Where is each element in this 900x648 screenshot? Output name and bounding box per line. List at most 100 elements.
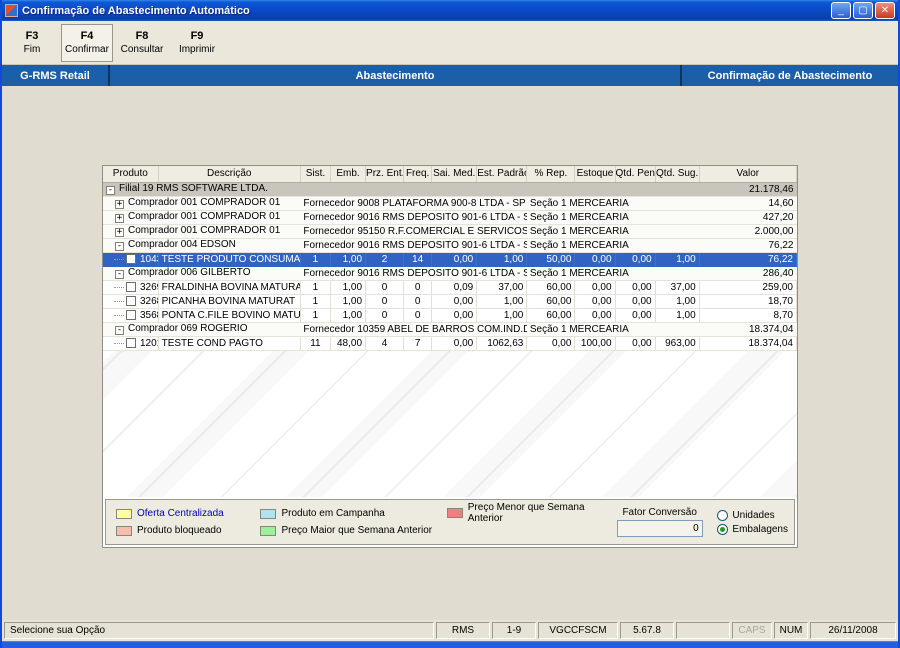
expand-collapse-toggle[interactable]: + xyxy=(115,200,124,209)
produto-descricao: FRALDINHA BOVINA MATURA xyxy=(158,280,301,295)
column-header[interactable]: Sist. xyxy=(300,166,331,183)
column-header[interactable]: Freq. xyxy=(403,166,433,183)
fator-conversao-input[interactable] xyxy=(616,520,703,537)
expand-collapse-toggle[interactable]: + xyxy=(115,228,124,237)
column-header[interactable]: Qtd. Sug. xyxy=(655,166,700,183)
toolbar-button-f4[interactable]: F4 Confirmar xyxy=(61,23,113,62)
column-header[interactable]: % Rep. xyxy=(526,166,576,183)
produto-cell: 0,00 xyxy=(574,252,616,267)
produto-cell: 259,00 xyxy=(699,280,797,295)
comprador-label: Comprador 069 ROGERIO xyxy=(128,323,248,334)
produto-codigo: 3268-9 xyxy=(140,295,157,307)
grid-row-produto[interactable]: 12019-7TESTE COND PAGTO1148,00470,001062… xyxy=(103,336,797,351)
status-segment: 5.67.8 xyxy=(620,622,674,639)
grid-row-comprador[interactable]: - Comprador 004 EDSON Fornecedor 9016 RMS … xyxy=(103,238,797,253)
grid-row-comprador[interactable]: + Comprador 001 COMPRADOR 01 Fornecedor 90… xyxy=(103,210,797,225)
column-header[interactable]: Est. Padrão xyxy=(476,166,528,183)
produto-cell: 14 xyxy=(403,252,433,267)
secao-label: Seção 1 MERCEARIA xyxy=(526,210,700,225)
column-header[interactable]: Sai. Med. xyxy=(431,166,478,183)
column-header[interactable]: Qtd. Pend xyxy=(615,166,656,183)
expand-collapse-toggle[interactable]: - xyxy=(115,270,124,279)
grid-row-comprador[interactable]: - Comprador 006 GILBERTO Fornecedor 9016 R… xyxy=(103,266,797,281)
close-button[interactable]: ✕ xyxy=(875,2,895,19)
legend-item: Preço Menor que Semana Anterior xyxy=(446,502,616,524)
taskbar-edge xyxy=(2,641,898,648)
radio-label: Embalagens xyxy=(732,523,788,535)
legend-swatch-preco-maior xyxy=(260,525,277,536)
status-segment: RMS xyxy=(436,622,490,639)
produto-cell: 0,00 xyxy=(615,308,656,323)
produto-descricao: TESTE COND PAGTO xyxy=(158,336,301,351)
expand-collapse-toggle[interactable]: - xyxy=(106,186,115,195)
fkey-label: F4 xyxy=(80,30,94,42)
app-icon xyxy=(5,4,18,17)
produto-cell: 0,00 xyxy=(574,294,616,309)
legend-label: Produto bloqueado xyxy=(137,525,222,536)
produto-cell: 0,00 xyxy=(574,280,616,295)
row-checkbox[interactable] xyxy=(126,254,136,264)
status-segment xyxy=(676,622,730,639)
comprador-label: Comprador 001 COMPRADOR 01 xyxy=(128,211,281,222)
radio-embalagens[interactable]: Embalagens xyxy=(717,523,788,535)
legend-label: Preço Maior que Semana Anterior xyxy=(281,525,433,536)
grid-row-produto[interactable]: 10436-1TESTE PRODUTO CONSUMA11,002140,00… xyxy=(103,252,797,267)
minimize-button[interactable]: _ xyxy=(831,2,851,19)
column-header[interactable]: Produto xyxy=(103,166,159,183)
column-header[interactable]: Estoque xyxy=(574,166,616,183)
produto-cell: 50,00 xyxy=(526,252,576,267)
breadcrumb-bar: G-RMS Retail Abastecimento Confirmação d… xyxy=(2,65,898,86)
produto-cell: 0 xyxy=(403,294,433,309)
secao-label: Seção 1 MERCEARIA xyxy=(526,238,700,253)
column-header[interactable]: Valor xyxy=(699,166,797,183)
grid-row-produto[interactable]: 3568-8PONTA C.FILE BOVINO MATU11,00000,0… xyxy=(103,308,797,323)
expand-collapse-toggle[interactable]: + xyxy=(115,214,124,223)
produto-cell: 0,00 xyxy=(431,294,478,309)
produto-descricao: PICANHA BOVINA MATURAT xyxy=(158,294,301,309)
comprador-label: Comprador 004 EDSON xyxy=(128,239,236,250)
produto-cell: 0 xyxy=(365,308,405,323)
grid-row-comprador[interactable]: - Comprador 069 ROGERIO Fornecedor 10359 A… xyxy=(103,322,797,337)
status-segment: CAPS xyxy=(732,622,772,639)
grid-row-produto[interactable]: 3269-7FRALDINHA BOVINA MATURA11,00000,09… xyxy=(103,280,797,295)
grid-row-comprador[interactable]: + Comprador 001 COMPRADOR 01 Fornecedor 95… xyxy=(103,224,797,239)
comprador-label: Comprador 006 GILBERTO xyxy=(128,267,251,278)
row-checkbox[interactable] xyxy=(126,296,136,306)
window-controls: _ ▢ ✕ xyxy=(831,2,895,19)
expand-collapse-toggle[interactable]: - xyxy=(115,242,124,251)
maximize-button[interactable]: ▢ xyxy=(853,2,873,19)
valor-cell: 18.374,04 xyxy=(699,322,797,337)
column-header[interactable]: Prz. Ent. xyxy=(365,166,405,183)
toolbar-button-f9[interactable]: F9 Imprimir xyxy=(171,24,223,62)
grid-row-comprador[interactable]: + Comprador 001 COMPRADOR 01 Fornecedor 90… xyxy=(103,196,797,211)
produto-codigo: 12019-7 xyxy=(140,337,157,349)
tree-connector xyxy=(114,258,124,260)
produto-cell: 18,70 xyxy=(699,294,797,309)
grid-row-filial[interactable]: - Filial 19 RMS SOFTWARE LTDA. 21.178,46 xyxy=(103,182,797,197)
legend-label: Produto em Campanha xyxy=(281,508,385,519)
produto-cell: 7 xyxy=(403,336,433,351)
toolbar-button-f8[interactable]: F8 Consultar xyxy=(116,24,168,62)
row-checkbox[interactable] xyxy=(126,338,136,348)
row-checkbox[interactable] xyxy=(126,310,136,320)
grid-area: Produto Descrição Sist. Emb. Prz. Ent. Freq. S… xyxy=(103,166,797,497)
radio-icon xyxy=(717,523,729,535)
content-area: Produto Descrição Sist. Emb. Prz. Ent. Freq. S… xyxy=(2,86,898,620)
valor-cell: 427,20 xyxy=(699,210,797,225)
radio-unidades[interactable]: Unidades xyxy=(717,509,788,521)
fkey-label: F9 xyxy=(190,30,204,42)
fornecedor-label: Fornecedor 9016 RMS DEPOSITO 901-6 LTDA … xyxy=(300,210,527,225)
action-label: Fim xyxy=(23,44,41,55)
expand-collapse-toggle[interactable]: - xyxy=(115,326,124,335)
toolbar-button-f3[interactable]: F3 Fim xyxy=(6,24,58,62)
status-segment: VGCCFSCM xyxy=(538,622,618,639)
valor-cell: 21.178,46 xyxy=(699,182,797,197)
produto-cell: 2 xyxy=(365,252,405,267)
window-title: Confirmação de Abastecimento Automático xyxy=(22,4,250,17)
produto-cell: 76,22 xyxy=(699,252,797,267)
column-header[interactable]: Descrição xyxy=(158,166,301,183)
grid-row-produto[interactable]: 3268-9PICANHA BOVINA MATURAT11,00000,001… xyxy=(103,294,797,309)
produto-cell: 37,00 xyxy=(655,280,700,295)
column-header[interactable]: Emb. xyxy=(330,166,367,183)
row-checkbox[interactable] xyxy=(126,282,136,292)
